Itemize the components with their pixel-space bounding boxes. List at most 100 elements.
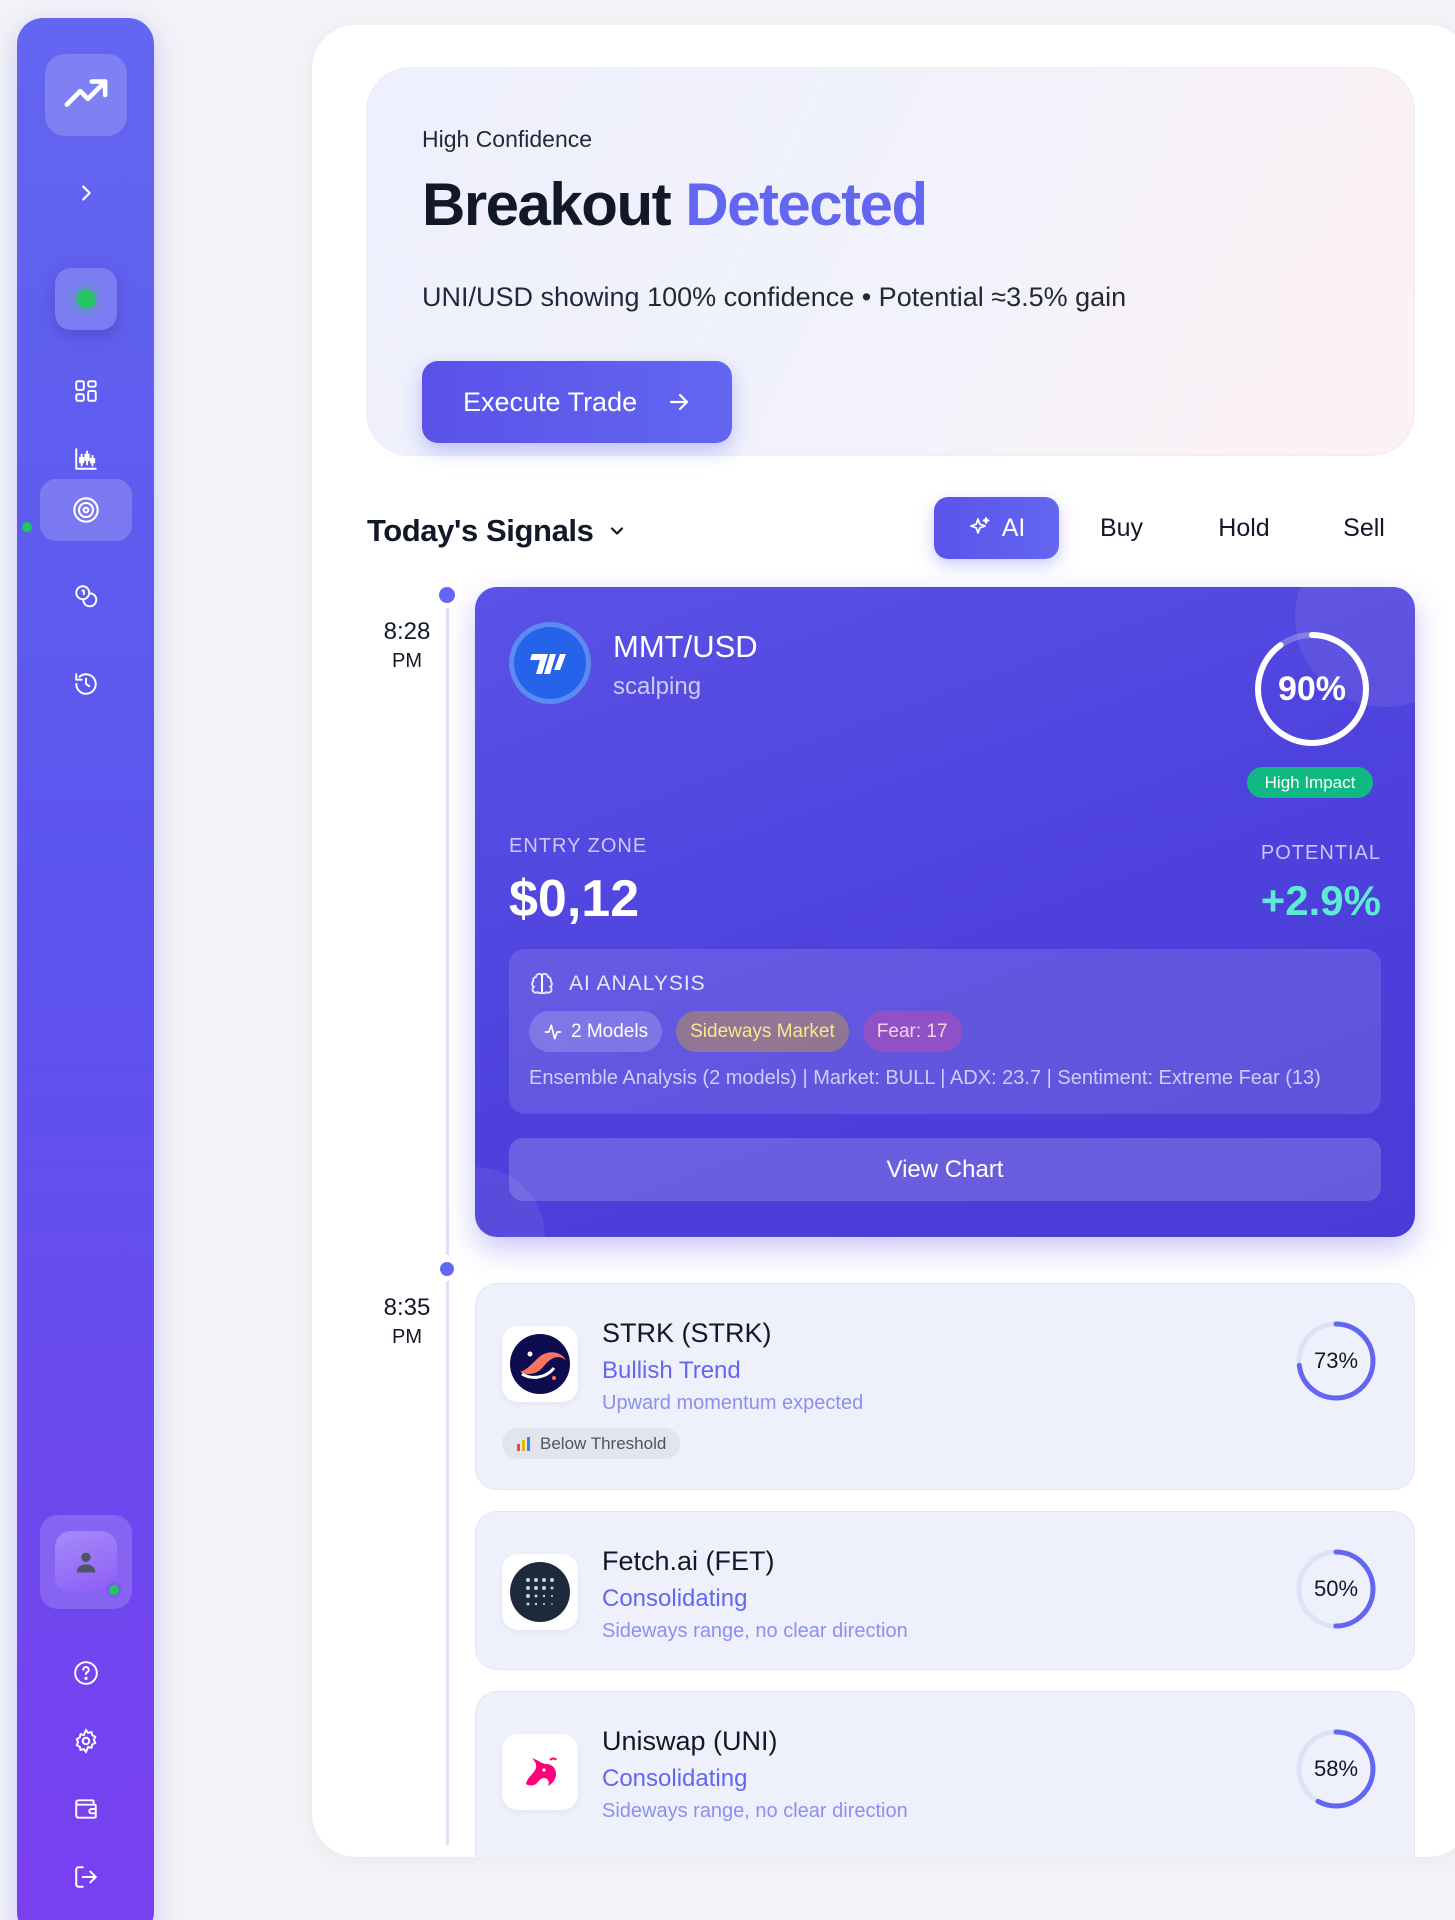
brain-icon — [531, 972, 553, 995]
banner-title-accent: Detected — [685, 171, 928, 238]
starknet-logo-icon — [510, 1334, 570, 1394]
featured-signal-card[interactable]: MMT/USD scalping 90% High Impact ENTRY Z… — [475, 587, 1415, 1237]
timeline-line — [446, 1275, 449, 1845]
coins-icon — [74, 585, 97, 608]
models-chip-label: 2 Models — [571, 1020, 649, 1042]
timeline-time: 8:28 PM — [362, 618, 452, 673]
sidebar-item-settings[interactable] — [66, 1721, 106, 1761]
strk-coin-logo — [502, 1326, 578, 1402]
execute-trade-button[interactable]: Execute Trade — [422, 361, 732, 443]
signal-trend: Consolidating — [602, 1765, 748, 1792]
time-hour: 8:35 — [383, 1294, 431, 1321]
potential-value: +2.9% — [1260, 877, 1381, 924]
signal-card-uni[interactable]: Uniswap (UNI) Consolidating Sideways ran… — [475, 1691, 1415, 1857]
ai-analysis-header: AI ANALYSIS — [529, 971, 706, 997]
wallet-icon — [74, 1799, 97, 1819]
settings-icon — [75, 1728, 96, 1754]
uni-coin-logo — [502, 1734, 578, 1810]
tab-hold[interactable]: Hold — [1184, 497, 1304, 559]
online-status-dot — [105, 1582, 122, 1598]
signal-description: Upward momentum expected — [602, 1392, 864, 1414]
arrow-right-icon — [670, 393, 689, 411]
signal-description: Sideways range, no clear direction — [602, 1620, 908, 1642]
signal-card-fet[interactable]: Fetch.ai (FET) Consolidating Sideways ra… — [475, 1511, 1415, 1670]
banner-subtitle: UNI/USD showing 100% confidence • Potent… — [422, 282, 1127, 312]
sidebar-item-history[interactable] — [66, 664, 106, 704]
timeline-time: 8:35 PM — [362, 1294, 452, 1349]
uniswap-logo-icon — [526, 1757, 557, 1786]
entry-zone-label: ENTRY ZONE — [509, 835, 648, 857]
confidence-value: 73% — [1313, 1348, 1359, 1373]
analysis-chips: 2 Models Sideways Market Fear: 17 — [529, 1011, 962, 1052]
below-threshold-label: Below Threshold — [540, 1433, 667, 1453]
signal-name: Fetch.ai (FET) — [602, 1546, 775, 1576]
signal-card-strk[interactable]: STRK (STRK) Bullish Trend Upward momentu… — [475, 1283, 1415, 1490]
sparkles-icon — [969, 517, 990, 534]
time-ampm: PM — [392, 650, 422, 672]
active-indicator-dot — [22, 522, 32, 532]
sidebar — [17, 18, 154, 1920]
analysis-detail: Ensemble Analysis (2 models) | Market: B… — [529, 1067, 1321, 1089]
signal-description: Sideways range, no clear direction — [602, 1800, 908, 1822]
main-panel: High Confidence Breakout Detected UNI/US… — [312, 25, 1455, 1857]
banner-title: Breakout Detected — [422, 170, 928, 239]
avatar — [54, 1531, 122, 1598]
sidebar-item-wallet[interactable] — [66, 1789, 106, 1829]
chevron-right-icon — [81, 185, 91, 201]
target-icon — [72, 497, 99, 523]
signals-dropdown[interactable]: Today's Signals — [367, 513, 627, 549]
chevron-down-icon — [611, 527, 624, 535]
time-ampm: PM — [392, 1326, 422, 1348]
sidebar-item-signals[interactable] — [39, 479, 132, 541]
user-profile-button[interactable] — [39, 1515, 132, 1609]
user-icon — [76, 1552, 95, 1573]
execute-trade-label: Execute Trade — [463, 386, 638, 417]
signal-trend: Bullish Trend — [602, 1357, 741, 1384]
activity-icon — [544, 1023, 562, 1039]
mmt-logo-icon — [530, 654, 566, 674]
sidebar-item-charts[interactable] — [66, 439, 106, 479]
fet-coin-logo — [502, 1554, 578, 1630]
fetch-ai-logo-icon — [510, 1562, 570, 1622]
banner-title-main: Breakout — [422, 171, 672, 238]
market-chip: Sideways Market — [676, 1011, 849, 1052]
sidebar-item-dashboard[interactable] — [66, 371, 106, 411]
online-dot — [76, 290, 95, 308]
timeline-dot — [439, 587, 455, 603]
tab-ai[interactable]: AI — [934, 497, 1059, 559]
entry-zone-value: $0,12 — [509, 870, 640, 928]
confidence-value: 50% — [1313, 1576, 1359, 1601]
confidence-value: 90% — [1277, 669, 1347, 708]
live-status-indicator — [54, 268, 117, 330]
timeline-dot — [440, 1262, 454, 1276]
signal-name: Uniswap (UNI) — [602, 1726, 778, 1756]
expand-sidebar-button[interactable] — [66, 173, 106, 213]
dashboard-icon — [74, 380, 97, 402]
sidebar-item-logout[interactable] — [66, 1857, 106, 1897]
bar-chart-icon — [517, 1436, 530, 1451]
timeline-line — [446, 595, 449, 1255]
impact-badge: High Impact — [1247, 767, 1373, 798]
time-hour: 8:28 — [383, 618, 431, 645]
breakout-banner: High Confidence Breakout Detected UNI/US… — [366, 67, 1415, 456]
mmt-coin-logo — [509, 622, 591, 704]
tab-sell[interactable]: Sell — [1304, 497, 1424, 559]
help-icon — [73, 1661, 98, 1685]
tab-buy[interactable]: Buy — [1059, 497, 1184, 559]
ai-analysis-panel: AI ANALYSIS 2 Models Sideways Market Fea… — [509, 949, 1381, 1114]
sidebar-item-coins[interactable] — [66, 576, 106, 616]
chart-icon — [74, 448, 97, 470]
app-logo-button[interactable] — [44, 54, 127, 136]
signal-trend: Consolidating — [602, 1585, 748, 1612]
signals-title: Today's Signals — [367, 513, 594, 548]
logout-icon — [74, 1866, 97, 1888]
trending-up-icon — [64, 79, 107, 107]
featured-pair: MMT/USD — [613, 629, 758, 664]
potential-label: POTENTIAL — [1260, 842, 1381, 864]
view-chart-button[interactable]: View Chart — [509, 1138, 1381, 1201]
sidebar-item-help[interactable] — [66, 1653, 106, 1693]
fear-chip: Fear: 17 — [862, 1011, 962, 1052]
featured-strategy: scalping — [613, 673, 702, 700]
below-threshold-badge: Below Threshold — [502, 1428, 681, 1459]
ai-analysis-title: AI ANALYSIS — [569, 972, 706, 995]
